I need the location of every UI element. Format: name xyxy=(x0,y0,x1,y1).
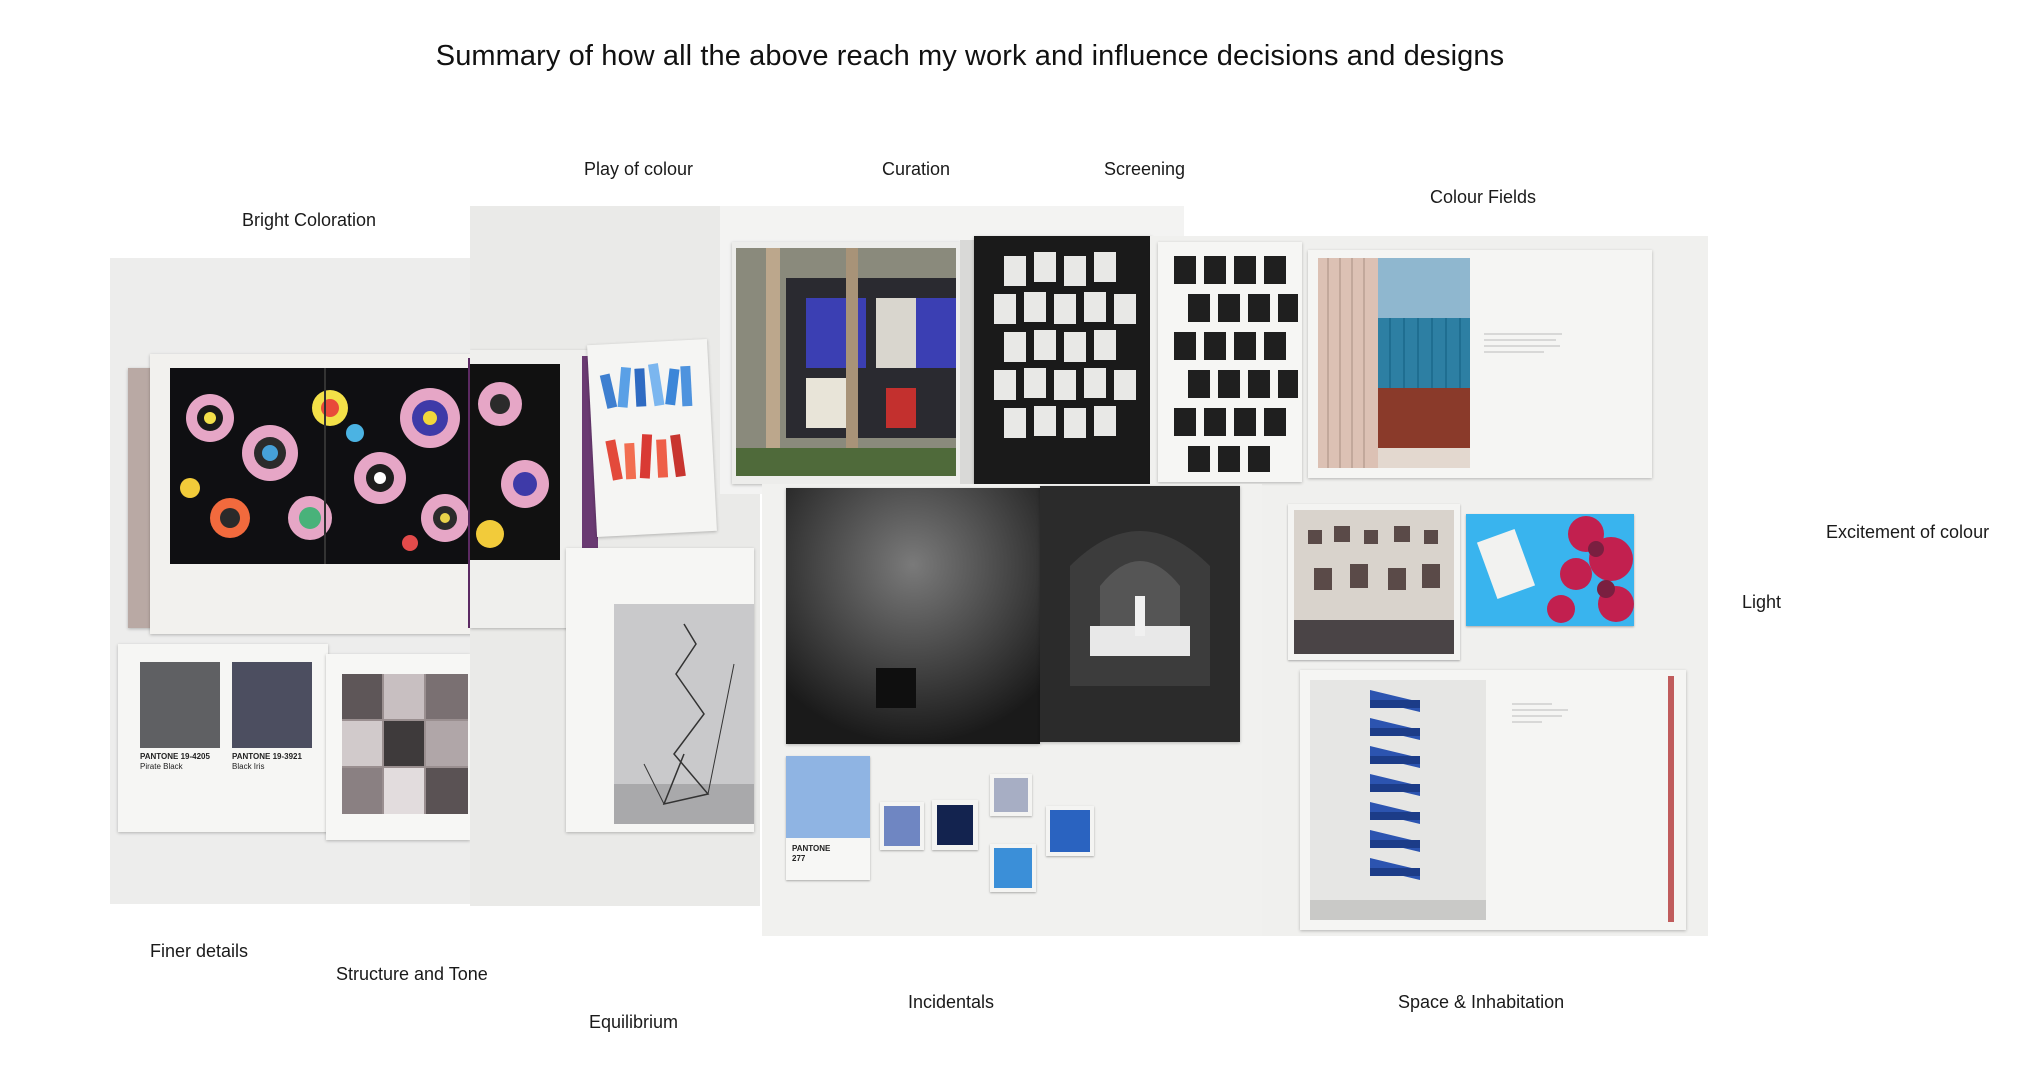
incidental-3-image xyxy=(994,778,1028,812)
incidental-4-image xyxy=(1050,810,1090,852)
screening-page-left xyxy=(974,236,1152,484)
page-title: Summary of how all the above reach my wo… xyxy=(435,40,1505,72)
play-of-colour-card xyxy=(587,338,717,538)
label-light: Light xyxy=(1742,592,1782,612)
judd-stack-photo xyxy=(1310,680,1486,920)
pantone-a-label: PANTONE 19-4205 xyxy=(140,752,210,761)
incidental-1-image xyxy=(884,806,920,846)
open-book xyxy=(150,354,470,634)
label-colour-fields: Colour Fields xyxy=(1430,187,1537,207)
pantone-277-card: PANTONE 277 xyxy=(786,756,870,880)
label-equilibrium: Equilibrium xyxy=(589,1012,679,1032)
photo-bright-coloration: PANTONE 19-4205 Pirate Black PANTONE 19-… xyxy=(110,258,470,904)
label-excitement-of-colour: Excitement of colour xyxy=(1826,522,1990,542)
incidental-2 xyxy=(932,800,978,850)
incidental-5-image xyxy=(994,848,1032,888)
photo-light-incidentals: PANTONE 277 xyxy=(762,484,1262,936)
pantone-a-name: Pirate Black xyxy=(140,762,183,771)
mobile-sculpture-photo xyxy=(614,604,754,824)
label-screening: Screening xyxy=(1104,159,1186,179)
label-finer-details: Finer details xyxy=(150,941,249,961)
book-gutter xyxy=(960,240,974,486)
book-spine-red xyxy=(1668,676,1674,922)
label-curation: Curation xyxy=(882,159,951,179)
label-space-inhabitation: Space & Inhabitation xyxy=(1398,992,1565,1012)
label-structure-and-tone: Structure and Tone xyxy=(336,964,488,984)
incidental-2-image xyxy=(937,805,973,845)
label-play-of-colour: Play of colour xyxy=(584,159,694,179)
pantone-c-label: PANTONE xyxy=(792,844,831,853)
incidental-5 xyxy=(990,844,1036,892)
pantone-b-label: PANTONE 19-3921 xyxy=(232,752,302,761)
photo-curation-screening xyxy=(720,206,1184,494)
gallery-interior-photo xyxy=(1294,510,1454,654)
label-incidentals: Incidentals xyxy=(908,992,995,1012)
pantone-c-number: 277 xyxy=(792,854,806,863)
murakami-continuation xyxy=(470,364,560,560)
pantone-booklet: PANTONE 19-4205 Pirate Black PANTONE 19-… xyxy=(118,644,328,832)
pirate-black-swatch xyxy=(140,662,220,748)
black-iris-swatch xyxy=(232,662,312,748)
light-book-left xyxy=(786,488,1040,744)
equilibrium-page xyxy=(566,548,754,832)
colour-fields-book xyxy=(1308,250,1652,478)
excitement-photo xyxy=(1466,514,1634,626)
curtain-room-photo xyxy=(1318,258,1470,468)
eames-house-page xyxy=(732,242,960,484)
tonal-grid-page xyxy=(326,654,470,840)
incidental-1 xyxy=(880,802,924,850)
caption-text xyxy=(1484,330,1564,360)
incidental-3 xyxy=(990,774,1032,816)
eames-house-photo xyxy=(736,248,956,476)
tonal-grid-artwork xyxy=(342,674,468,814)
label-bright-coloration: Bright Coloration xyxy=(242,210,377,230)
murakami-artwork xyxy=(170,368,470,564)
screening-page-right xyxy=(1158,242,1302,482)
page-caption-text xyxy=(1512,700,1572,730)
pantone-b-name: Black Iris xyxy=(232,762,265,771)
pantone-277-swatch xyxy=(786,756,870,838)
light-book-right xyxy=(1040,486,1240,742)
space-inhabitation-book xyxy=(1300,670,1686,930)
photo-play-of-colour xyxy=(470,206,760,906)
incidental-4 xyxy=(1046,806,1094,856)
gallery-interior-card xyxy=(1288,504,1460,660)
